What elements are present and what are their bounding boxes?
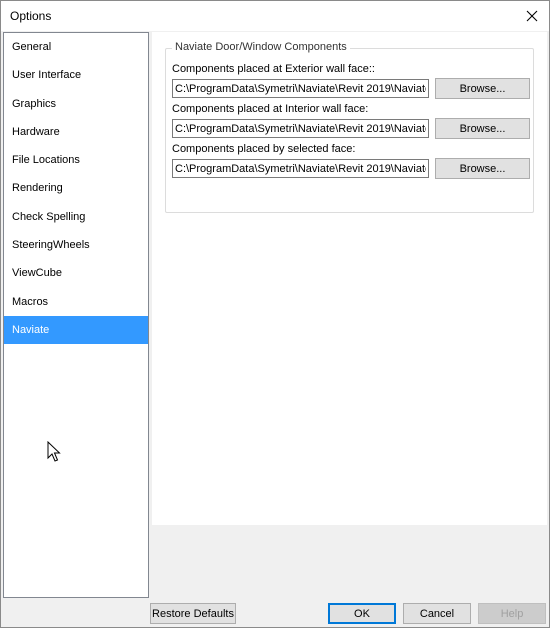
naviate-door-window-group: Naviate Door/Window Components Component…: [165, 41, 534, 213]
interior-wall-path-input[interactable]: [172, 119, 429, 138]
settings-panel: Naviate Door/Window Components Component…: [152, 32, 547, 598]
sidebar-item-graphics[interactable]: Graphics: [4, 90, 148, 118]
cancel-button[interactable]: Cancel: [403, 603, 471, 624]
sidebar-item-hardware[interactable]: Hardware: [4, 118, 148, 146]
sidebar-item-viewcube[interactable]: ViewCube: [4, 259, 148, 287]
selected-face-browse-button[interactable]: Browse...: [435, 158, 530, 179]
sidebar-item-steeringwheels[interactable]: SteeringWheels: [4, 231, 148, 259]
sidebar-item-general[interactable]: General: [4, 33, 148, 61]
options-dialog: Options General User Interface Graphics …: [0, 0, 550, 628]
sidebar-item-file-locations[interactable]: File Locations: [4, 146, 148, 174]
settings-panel-body: Naviate Door/Window Components Component…: [152, 32, 547, 525]
exterior-wall-label: Components placed at Exterior wall face:…: [172, 63, 375, 75]
interior-browse-button[interactable]: Browse...: [435, 118, 530, 139]
exterior-browse-button[interactable]: Browse...: [435, 78, 530, 99]
selected-face-path-input[interactable]: [172, 159, 429, 178]
mouse-pointer-icon: [47, 441, 61, 462]
dialog-footer: Restore Defaults OK Cancel Help: [1, 599, 549, 627]
sidebar-item-rendering[interactable]: Rendering: [4, 174, 148, 202]
help-button[interactable]: Help: [478, 603, 546, 624]
group-title: Naviate Door/Window Components: [172, 41, 350, 53]
ok-button[interactable]: OK: [328, 603, 396, 624]
selected-face-label: Components placed by selected face:: [172, 143, 356, 155]
sidebar-item-macros[interactable]: Macros: [4, 288, 148, 316]
sidebar-item-user-interface[interactable]: User Interface: [4, 61, 148, 89]
sidebar-item-naviate[interactable]: Naviate: [4, 315, 148, 345]
window-title: Options: [10, 9, 52, 23]
close-button[interactable]: [519, 4, 545, 28]
title-bar: Options: [1, 1, 549, 31]
restore-defaults-button[interactable]: Restore Defaults: [150, 603, 236, 624]
exterior-wall-path-input[interactable]: [172, 79, 429, 98]
interior-wall-label: Components placed at Interior wall face:: [172, 103, 369, 115]
options-category-list[interactable]: General User Interface Graphics Hardware…: [3, 32, 149, 598]
sidebar-item-check-spelling[interactable]: Check Spelling: [4, 203, 148, 231]
close-icon: [526, 10, 538, 22]
